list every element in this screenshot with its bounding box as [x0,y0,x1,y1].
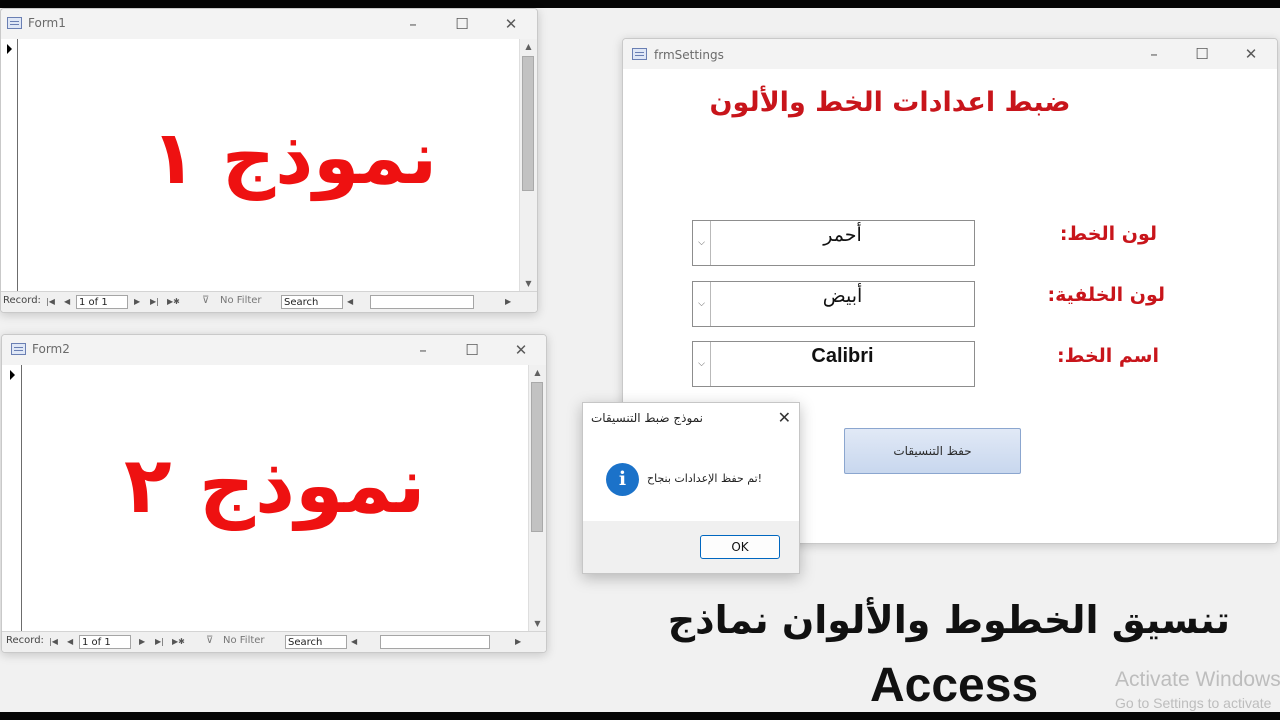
font-color-combo[interactable]: ⌵ أحمر [692,220,975,266]
previous-record-icon[interactable]: ◀ [67,637,73,646]
minimize-icon[interactable]: – [1139,42,1169,66]
maximize-icon[interactable]: ☐ [1187,42,1217,66]
activate-windows-hint: Go to Settings to activate [1115,695,1272,711]
vertical-scrollbar[interactable]: ▲ ▼ [519,39,537,292]
ok-button[interactable]: OK [700,535,780,559]
scroll-up-icon[interactable]: ▲ [529,365,546,381]
minimize-icon[interactable]: – [398,12,428,36]
message-dialog: نموذج ضبط التنسيقات ✕ i !تم حفظ الإعدادا… [582,402,800,574]
scroll-down-icon[interactable]: ▼ [529,616,546,632]
vertical-scrollbar[interactable]: ▲ ▼ [528,365,546,632]
new-record-icon[interactable]: ▶✱ [167,297,180,306]
bottom-black-bar [0,712,1280,720]
message-titlebar[interactable]: نموذج ضبط التنسيقات ✕ [583,403,799,435]
new-record-icon[interactable]: ▶✱ [172,637,185,646]
settings-title: frmSettings [654,48,724,62]
form-icon [632,48,647,60]
last-record-icon[interactable]: ▶| [155,637,164,646]
settings-titlebar[interactable]: frmSettings – ☐ ✕ [623,39,1277,69]
record-label: Record: [6,635,44,646]
record-pointer-icon [7,44,12,54]
form1-body: نموذج ١ ▲ ▼ Record: |◀ ◀ 1 of 1 ▶ ▶| ▶✱ … [1,39,537,312]
form1-window: Form1 – ☐ ✕ نموذج ١ ▲ ▼ Record: |◀ ◀ 1 o… [0,8,538,313]
scroll-left-icon[interactable]: ◀ [347,297,353,306]
maximize-icon[interactable]: ☐ [447,12,477,36]
caption-line-2: Access [870,659,1039,712]
scroll-right-icon[interactable]: ▶ [515,637,521,646]
scroll-thumb[interactable] [522,56,534,191]
form-icon [7,17,22,29]
font-name-combo[interactable]: ⌵ Calibri [692,341,975,387]
record-navigation-bar: Record: |◀ ◀ 1 of 1 ▶ ▶| ▶✱ ⊽ No Filter … [1,291,537,312]
horizontal-scrollbar[interactable] [380,635,490,649]
chevron-down-icon[interactable]: ⌵ [693,282,711,326]
last-record-icon[interactable]: ▶| [150,297,159,306]
form1-label: نموذج ١ [151,115,438,201]
current-record-field[interactable]: 1 of 1 [76,295,128,309]
save-settings-button[interactable]: حفظ التنسيقات [844,428,1021,474]
caption-line-1: تنسيق الخطوط والألوان نماذج [667,598,1230,642]
minimize-icon[interactable]: – [408,338,438,362]
close-icon[interactable]: ✕ [1236,42,1266,66]
previous-record-icon[interactable]: ◀ [64,297,70,306]
font-color-value: أحمر [823,224,862,246]
close-icon[interactable]: ✕ [778,408,791,427]
form1-titlebar[interactable]: Form1 – ☐ ✕ [1,9,537,39]
record-selector[interactable] [1,39,18,292]
back-color-label: لون الخلفية: [1047,284,1165,306]
settings-heading: ضبط اعدادات الخط والألون [709,87,1071,118]
back-color-value: أبيض [822,285,863,307]
filter-icon: ⊽ [202,295,210,306]
current-record-field[interactable]: 1 of 1 [79,635,131,649]
scroll-up-icon[interactable]: ▲ [520,39,537,55]
scroll-right-icon[interactable]: ▶ [505,297,511,306]
form2-window: Form2 – ☐ ✕ نموذج ٢ ▲ ▼ Record: |◀ ◀ 1 o… [1,334,547,653]
form2-titlebar[interactable]: Form2 – ☐ ✕ [2,335,546,365]
next-record-icon[interactable]: ▶ [139,637,145,646]
message-title: نموذج ضبط التنسيقات [591,411,703,425]
close-icon[interactable]: ✕ [506,338,536,362]
chevron-down-icon[interactable]: ⌵ [693,221,711,265]
back-color-combo[interactable]: ⌵ أبيض [692,281,975,327]
form2-title: Form2 [32,342,70,356]
scroll-down-icon[interactable]: ▼ [520,276,537,292]
record-pointer-icon [10,370,15,380]
top-black-bar [0,0,1280,8]
form2-label: نموذج ٢ [124,441,426,531]
font-name-label: اسم الخط: [1057,345,1159,367]
scroll-thumb[interactable] [531,382,543,532]
first-record-icon[interactable]: |◀ [46,297,55,306]
form-icon [11,343,26,355]
font-color-label: لون الخط: [1059,223,1157,245]
maximize-icon[interactable]: ☐ [457,338,487,362]
message-footer: OK [583,521,799,573]
search-input[interactable]: Search [285,635,347,649]
record-selector[interactable] [2,365,22,632]
form2-body: نموذج ٢ ▲ ▼ Record: |◀ ◀ 1 of 1 ▶ ▶| ▶✱ … [2,365,546,652]
message-body: i !تم حفظ الإعدادات بنجاح [583,435,799,521]
scroll-left-icon[interactable]: ◀ [351,637,357,646]
first-record-icon[interactable]: |◀ [49,637,58,646]
no-filter-button[interactable]: No Filter [220,295,262,306]
horizontal-scrollbar[interactable] [370,295,474,309]
record-label: Record: [3,295,41,306]
no-filter-button[interactable]: No Filter [223,635,265,646]
close-icon[interactable]: ✕ [496,12,526,36]
search-input[interactable]: Search [281,295,343,309]
next-record-icon[interactable]: ▶ [134,297,140,306]
record-navigation-bar: Record: |◀ ◀ 1 of 1 ▶ ▶| ▶✱ ⊽ No Filter … [2,631,546,652]
font-name-value: Calibri [811,345,874,367]
filter-icon: ⊽ [206,635,214,646]
activate-windows-watermark: Activate Windows [1115,668,1280,691]
message-text: !تم حفظ الإعدادات بنجاح [647,472,763,485]
form1-title: Form1 [28,16,66,30]
chevron-down-icon[interactable]: ⌵ [693,342,711,386]
info-icon: i [606,463,639,496]
